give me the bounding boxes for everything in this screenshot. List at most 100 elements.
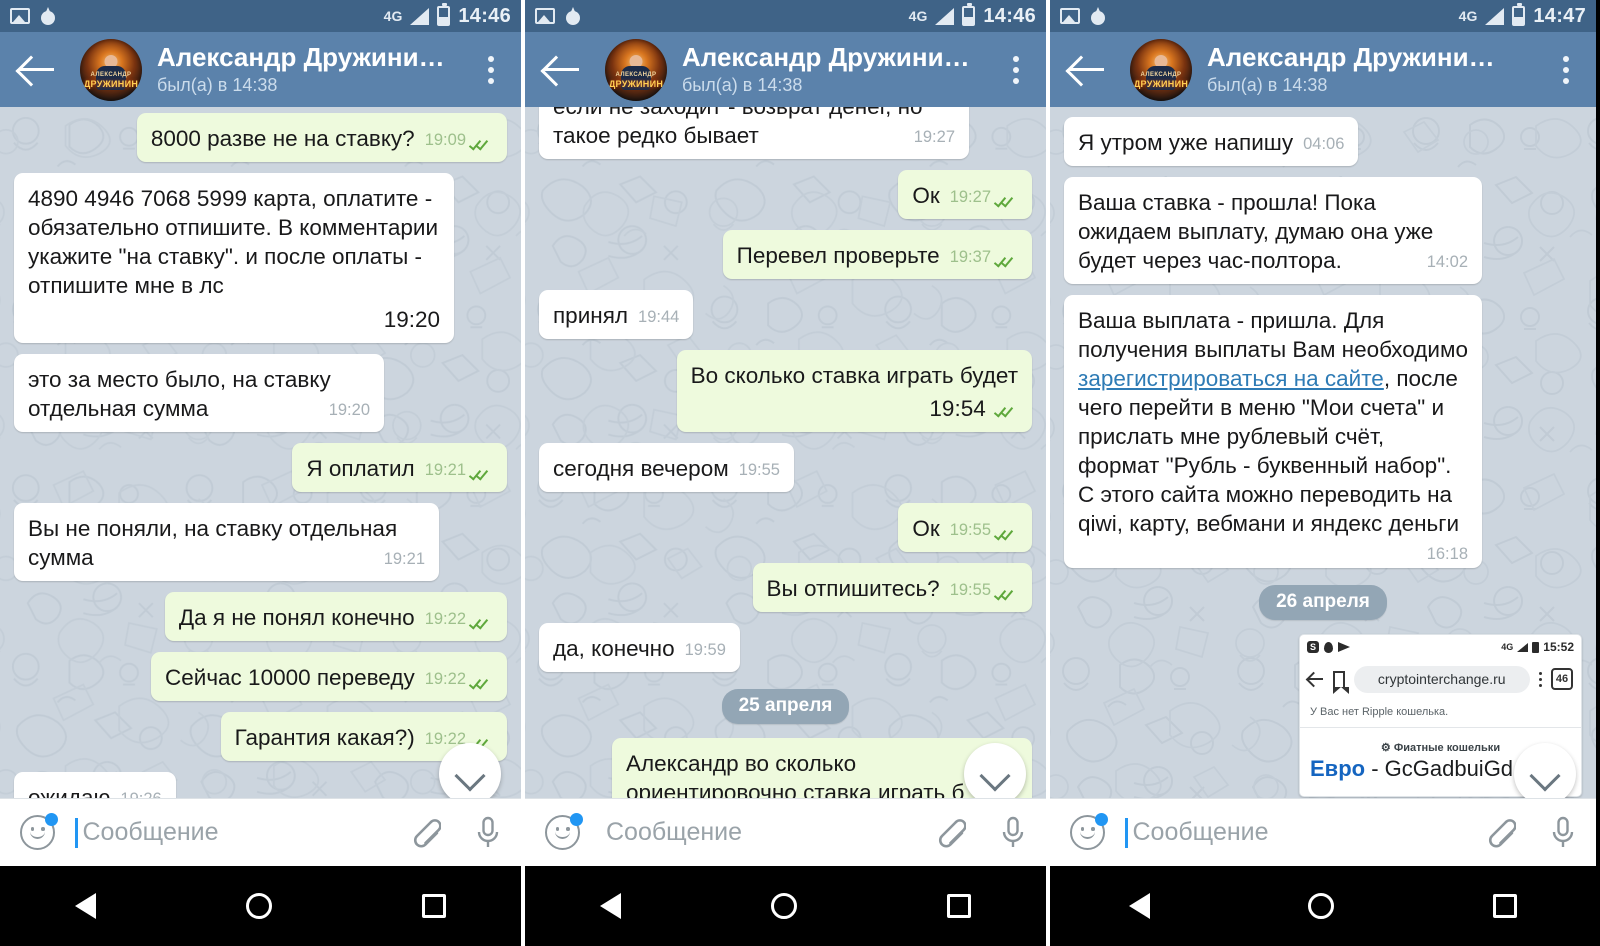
message-bubble-incoming[interactable]: это за место было, на ставку отдельная с…	[14, 354, 384, 433]
message-bubble-incoming[interactable]: если не заходит - возврат денег, но тако…	[539, 107, 969, 160]
message-row: Гарантия какая?) 19:22	[14, 712, 507, 772]
message-row: принял 19:44	[539, 290, 1032, 350]
microphone-icon[interactable]	[475, 814, 501, 852]
message-bubble-outgoing[interactable]: 8000 разве не на ставку? 19:09	[136, 113, 507, 163]
chat-title-block[interactable]: Александр Дружини… был(а) в 14:38	[1207, 43, 1552, 95]
message-bubble-outgoing[interactable]: Во сколько ставка играть будет 19:54	[676, 350, 1032, 433]
avatar[interactable]: АЛЕКСАНДР ДРУЖИНИН	[1130, 38, 1192, 101]
back-button[interactable]	[545, 55, 589, 85]
message-bubble-outgoing[interactable]: Да я не понял конечно 19:22	[164, 592, 507, 642]
message-row: Вы отпишитесь? 19:55	[539, 563, 1032, 623]
no-wallet-note: У Вас нет Ripple кошелька.	[1310, 706, 1449, 719]
signal-icon	[935, 7, 955, 25]
overflow-menu-button[interactable]	[1002, 55, 1030, 84]
scroll-to-bottom-button[interactable]	[1514, 743, 1576, 805]
chat-title-block[interactable]: Александр Дружини… был(а) в 14:38	[157, 43, 477, 95]
nav-home-button[interactable]	[1308, 893, 1335, 919]
message-input[interactable]: Сообщение	[83, 818, 408, 847]
message-bubble-outgoing[interactable]: Сейчас 10000 переведу 19:22	[150, 652, 507, 702]
message-bubble-incoming[interactable]: принял 19:44	[539, 290, 694, 340]
overflow-menu-button[interactable]	[477, 55, 505, 84]
message-meta: 19:27	[914, 127, 955, 148]
message-row: если не заходит - возврат денег, но тако…	[539, 107, 1032, 170]
url-bar[interactable]: cryptointerchange.ru	[1354, 665, 1530, 693]
message-bubble-outgoing[interactable]: Ок 19:55	[898, 503, 1032, 553]
status-system-icons: 4G 14:46	[384, 3, 511, 28]
chat-scroll-area[interactable]: Я утром уже напишу 04:06 Ваша ставка - п…	[1050, 107, 1596, 819]
back-button[interactable]	[20, 55, 64, 85]
chat-scroll-area[interactable]: если не заходит - возврат денег, но тако…	[525, 107, 1046, 819]
chat-title-block[interactable]: Александр Дружини… был(а) в 14:38	[682, 43, 1002, 95]
attach-icon[interactable]	[932, 814, 966, 852]
double-check-icon	[468, 676, 493, 690]
drop-icon	[566, 7, 580, 25]
message-bubble-incoming[interactable]: Ваша выплата - пришла. Для получения вып…	[1064, 295, 1482, 569]
bookmark-icon[interactable]	[1333, 671, 1349, 695]
overflow-menu-button[interactable]	[1552, 55, 1580, 84]
register-link[interactable]: зарегистрироваться на сайте	[1078, 366, 1384, 391]
nested-network-label: 4G	[1501, 642, 1514, 653]
message-bubble-incoming[interactable]: да, конечно 19:59	[539, 623, 740, 673]
message-time: 19:37	[949, 248, 991, 267]
battery-icon	[437, 3, 451, 26]
attach-icon[interactable]	[1482, 814, 1516, 852]
message-text: Вы не поняли, на ставку отдельная сумма	[28, 516, 398, 571]
nav-home-button[interactable]	[771, 893, 797, 919]
message-row: Перевел проверьте 19:37	[539, 230, 1032, 290]
message-time: 19:27	[913, 128, 955, 147]
message-bubble-incoming[interactable]: Вы не поняли, на ставку отдельная сумма …	[14, 503, 439, 582]
attach-icon[interactable]	[407, 814, 441, 852]
skype-icon: S	[1307, 641, 1319, 654]
nav-recents-button[interactable]	[1492, 894, 1517, 918]
contact-name: Александр Дружини…	[1207, 43, 1495, 73]
message-text: Ваша ставка - прошла! Пока ожидаем выпла…	[1078, 190, 1434, 274]
message-bubble-outgoing[interactable]: Ок 19:27	[898, 170, 1032, 220]
chat-scroll-area[interactable]: 8000 разве не на ставку? 19:09 4890 4946…	[0, 107, 521, 819]
status-notification-icons	[1060, 7, 1105, 25]
tab-count-button[interactable]: 46	[1551, 668, 1573, 691]
nested-signal-icon	[1517, 642, 1529, 652]
message-bubble-incoming[interactable]: 4890 4946 7068 5999 карта, оплатите - об…	[14, 173, 454, 344]
double-check-icon	[993, 404, 1018, 418]
emoji-icon[interactable]	[545, 813, 583, 850]
message-row: Сейчас 10000 переведу 19:22	[14, 652, 507, 712]
message-bubble-outgoing[interactable]: Я оплатил 19:21	[292, 443, 507, 493]
status-system-icons: 4G 14:47	[1458, 3, 1586, 28]
message-bubble-outgoing[interactable]: Перевел проверьте 19:37	[722, 230, 1032, 280]
nav-back-button[interactable]	[1129, 893, 1151, 919]
browser-back-icon[interactable]	[1308, 671, 1324, 687]
message-bubble-incoming[interactable]: Я утром уже напишу 04:06	[1064, 117, 1359, 167]
nav-recents-button[interactable]	[422, 894, 446, 918]
nested-system-icons: 4G 15:52	[1501, 640, 1574, 654]
contact-last-seen: был(а) в 14:38	[682, 74, 803, 95]
message-bubble-incoming[interactable]: Ваша ставка - прошла! Пока ожидаем выпла…	[1064, 177, 1482, 285]
message-text-post: , после чего перейти в меню "Мои счета" …	[1078, 366, 1460, 537]
nav-home-button[interactable]	[246, 893, 272, 919]
avatar[interactable]: АЛЕКСАНДР ДРУЖИНИН	[80, 38, 142, 101]
screenshot-triptych: 4G 14:46 АЛЕКСАНДР ДРУЖИНИН Александр Др…	[0, 0, 1600, 946]
gallery-icon	[1060, 8, 1080, 24]
message-input[interactable]: Сообщение	[1133, 818, 1483, 847]
browser-menu-icon[interactable]	[1538, 671, 1542, 688]
scroll-to-bottom-button[interactable]	[964, 743, 1026, 805]
double-check-icon	[993, 194, 1018, 208]
emoji-icon[interactable]	[20, 813, 58, 850]
nav-back-button[interactable]	[75, 893, 96, 919]
network-type-label: 4G	[1458, 8, 1478, 24]
avatar[interactable]: АЛЕКСАНДР ДРУЖИНИН	[605, 38, 667, 101]
message-bubble-incoming[interactable]: сегодня вечером 19:55	[539, 443, 794, 493]
message-meta: 14:02	[1427, 252, 1468, 273]
microphone-icon[interactable]	[1550, 814, 1576, 852]
back-button[interactable]	[1070, 55, 1114, 85]
message-bubble-outgoing[interactable]: Вы отпишитесь? 19:55	[752, 563, 1032, 613]
microphone-icon[interactable]	[1000, 814, 1026, 852]
message-input[interactable]: Сообщение	[606, 818, 932, 847]
avatar-name-line1: АЛЕКСАНДР	[1140, 71, 1182, 78]
nav-back-button[interactable]	[600, 893, 621, 919]
nav-recents-button[interactable]	[947, 894, 971, 918]
message-time: 19:20	[328, 401, 370, 420]
scroll-to-bottom-button[interactable]	[439, 743, 501, 805]
emoji-icon[interactable]	[1070, 813, 1108, 850]
message-text: Ок	[912, 183, 940, 209]
android-status-bar: 4G 14:47	[1050, 0, 1596, 32]
